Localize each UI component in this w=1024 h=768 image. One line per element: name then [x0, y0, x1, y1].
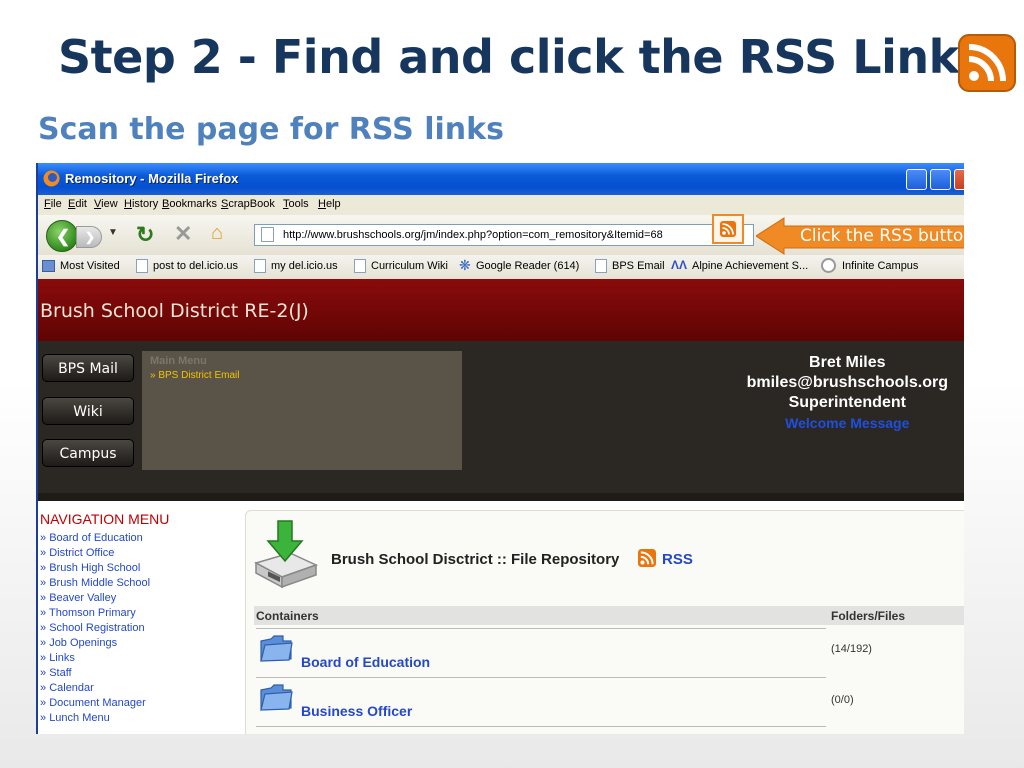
browser-screenshot: Remository - Mozilla Firefox File Edit V…	[36, 163, 964, 734]
nav-link-school-registration[interactable]: School Registration	[40, 621, 150, 636]
nav-link-job-openings[interactable]: Job Openings	[40, 636, 150, 651]
nav-link-links[interactable]: Links	[40, 651, 150, 666]
page-icon	[136, 259, 148, 273]
maximize-button[interactable]	[930, 169, 951, 190]
contact-role: Superintendent	[788, 394, 906, 411]
folder-count: (0/0)	[831, 694, 854, 706]
repository-download-icon	[254, 520, 318, 589]
callout-text: Click the RSS button	[800, 226, 964, 246]
menu-file[interactable]: File	[44, 198, 62, 210]
navigation-menu: Board of Education District Office Brush…	[40, 531, 150, 726]
window-titlebar: Remository - Mozilla Firefox	[38, 163, 964, 195]
bookmark-my-delicious[interactable]: my del.icio.us	[271, 260, 338, 272]
column-containers: Containers	[256, 609, 319, 623]
navigation-menu-title: NAVIGATION MENU	[40, 511, 170, 527]
dropdown-arrow-icon[interactable]: ▼	[108, 227, 118, 238]
nav-link-staff[interactable]: Staff	[40, 666, 150, 681]
menu-bar: File Edit View History Bookmarks ScrapBo…	[38, 195, 964, 215]
bookmark-curriculum-wiki[interactable]: Curriculum Wiki	[371, 260, 448, 272]
page-icon	[261, 227, 274, 242]
bookmark-infinite-campus[interactable]: Infinite Campus	[842, 260, 918, 272]
nav-link-district-office[interactable]: District Office	[40, 546, 150, 561]
reload-icon[interactable]: ↻	[136, 222, 154, 248]
nav-link-thomson-primary[interactable]: Thomson Primary	[40, 606, 150, 621]
contact-email[interactable]: bmiles@brushschools.org	[747, 373, 948, 393]
site-header: Brush School District RE-2(J)	[38, 279, 964, 341]
url-text: http://www.brushschools.org/jm/index.php…	[283, 229, 663, 241]
row-divider	[256, 677, 826, 678]
folder-icon	[260, 635, 293, 662]
back-button[interactable]: ❮	[46, 220, 78, 252]
column-folders-files: Folders/Files	[831, 609, 906, 623]
row-divider	[256, 726, 826, 727]
row-divider	[256, 628, 826, 629]
rss-link[interactable]: RSS	[662, 551, 693, 568]
slide-title: Step 2 - Find and click the RSS Link	[58, 30, 959, 84]
forward-button[interactable]: ❯	[76, 226, 102, 248]
superintendent-contact: Bret Miles bmiles@brushschools.org Super…	[747, 353, 948, 433]
window-title: Remository - Mozilla Firefox	[65, 171, 239, 186]
repository-title: Brush School Disctrict :: File Repositor…	[331, 551, 620, 568]
table-header: Containers Folders/Files	[254, 606, 964, 625]
welcome-message-link[interactable]: Welcome Message	[747, 413, 948, 433]
bookmark-post-delicious[interactable]: post to del.icio.us	[153, 260, 238, 272]
menu-history[interactable]: History	[124, 198, 158, 210]
slide-subtitle: Scan the page for RSS links	[38, 112, 504, 147]
nav-link-document-manager[interactable]: Document Manager	[40, 696, 150, 711]
stop-icon[interactable]: ✕	[174, 221, 192, 247]
page-icon	[595, 259, 607, 273]
nav-link-board-of-education[interactable]: Board of Education	[40, 531, 150, 546]
page-icon	[354, 259, 366, 273]
site-title: Brush School District RE-2(J)	[40, 300, 309, 322]
url-bar[interactable]: http://www.brushschools.org/jm/index.php…	[254, 224, 754, 246]
main-menu-title: Main Menu	[150, 355, 207, 367]
folder-business-officer-link[interactable]: Business Officer	[301, 703, 412, 719]
menu-scrapbook[interactable]: ScrapBook	[221, 198, 275, 210]
nav-link-calendar[interactable]: Calendar	[40, 681, 150, 696]
bookmarks-bar: Most Visited post to del.icio.us my del.…	[38, 255, 964, 280]
nav-link-brush-high-school[interactable]: Brush High School	[40, 561, 150, 576]
menu-bookmarks[interactable]: Bookmarks	[162, 198, 217, 210]
close-button[interactable]	[954, 169, 964, 190]
main-menu-panel: Main Menu » BPS District Email	[142, 351, 462, 470]
rss-feed-icon	[958, 34, 1016, 92]
rss-icon[interactable]	[638, 549, 656, 567]
firefox-icon	[43, 170, 60, 187]
rss-toolbar-icon	[720, 221, 736, 237]
folder-board-of-education-link[interactable]: Board of Education	[301, 654, 430, 670]
rss-button[interactable]	[712, 214, 744, 244]
minimize-button[interactable]	[906, 169, 927, 190]
divider	[38, 493, 964, 501]
most-visited-icon	[42, 260, 55, 272]
google-reader-icon: ❋	[459, 257, 471, 273]
nav-link-lunch-menu[interactable]: Lunch Menu	[40, 711, 150, 726]
bookmark-alpine-achievement[interactable]: Alpine Achievement S...	[692, 260, 808, 272]
back-arrow-icon: ❮	[56, 227, 71, 246]
forward-arrow-icon: ❯	[85, 230, 96, 244]
folder-icon	[260, 684, 293, 711]
infinite-campus-icon	[821, 258, 836, 273]
menu-view[interactable]: View	[94, 198, 118, 210]
bookmark-google-reader[interactable]: Google Reader (614)	[476, 260, 579, 272]
campus-button[interactable]: Campus	[42, 439, 134, 467]
bps-district-email-link[interactable]: » BPS District Email	[150, 370, 239, 381]
menu-help[interactable]: Help	[318, 198, 341, 210]
home-icon[interactable]: ⌂	[211, 222, 223, 245]
bookmark-bps-email[interactable]: BPS Email	[612, 260, 665, 272]
page-icon	[254, 259, 266, 273]
contact-name: Bret Miles	[809, 354, 886, 371]
menu-edit[interactable]: Edit	[68, 198, 87, 210]
nav-link-beaver-valley[interactable]: Beaver Valley	[40, 591, 150, 606]
wiki-button[interactable]: Wiki	[42, 397, 134, 425]
nav-link-brush-middle-school[interactable]: Brush Middle School	[40, 576, 150, 591]
bookmark-most-visited[interactable]: Most Visited	[60, 260, 120, 272]
alpine-icon: ΛΛ	[671, 258, 688, 272]
folder-count: (14/192)	[831, 643, 872, 655]
bps-mail-button[interactable]: BPS Mail	[42, 354, 134, 382]
menu-tools[interactable]: Tools	[283, 198, 309, 210]
